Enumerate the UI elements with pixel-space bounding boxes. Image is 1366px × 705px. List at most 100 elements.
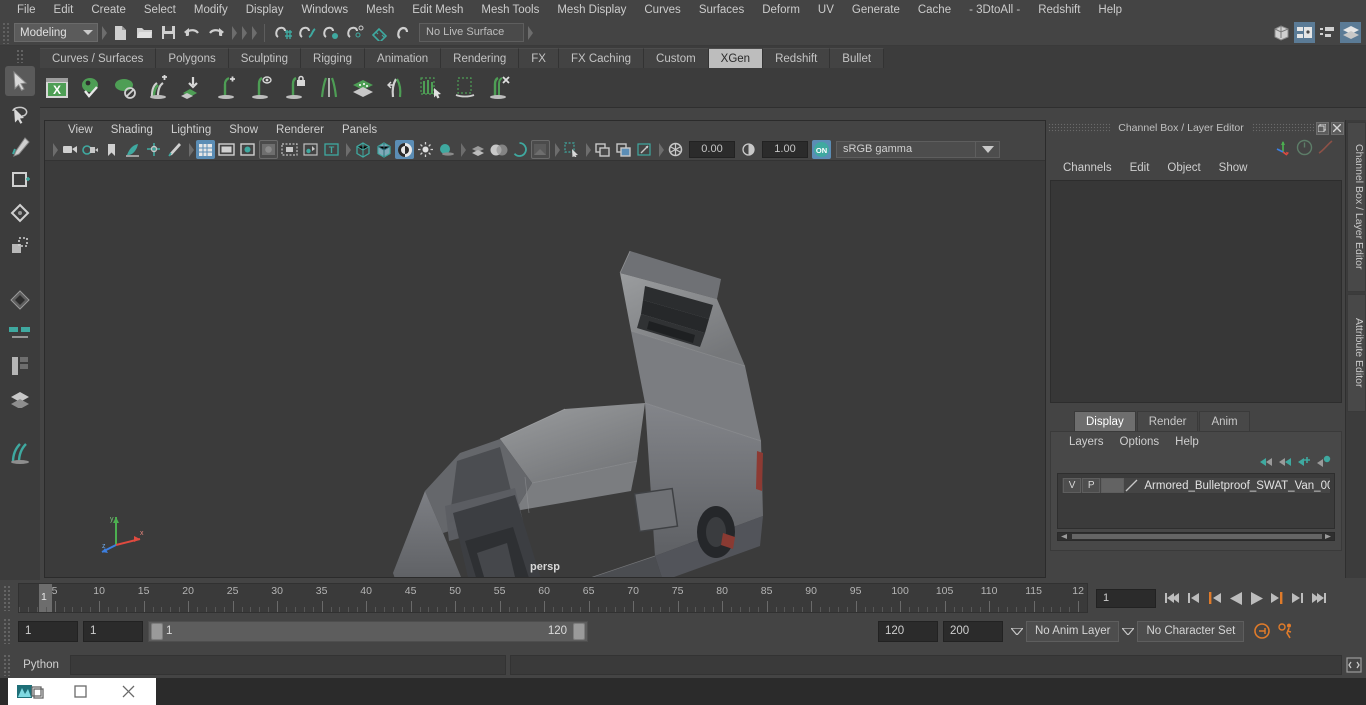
show-hide-attribute-editor-icon[interactable] [1294, 22, 1315, 43]
vtab-channel-box-layer-editor[interactable]: Channel Box / Layer Editor [1347, 122, 1366, 292]
exposure-field[interactable]: 0.00 [689, 141, 735, 158]
shelf-tab-redshift[interactable]: Redshift [763, 48, 830, 68]
select-camera-icon[interactable] [60, 140, 79, 159]
play-forwards-icon[interactable] [1248, 588, 1265, 608]
viewport-menu-view[interactable]: View [59, 124, 102, 136]
anim-layer-selector[interactable]: No Anim Layer [1026, 621, 1119, 642]
menu-uv[interactable]: UV [809, 0, 843, 20]
tool-box-grip[interactable] [16, 49, 25, 63]
make-live-icon[interactable] [392, 22, 414, 44]
range-slider[interactable]: 1 120 [148, 621, 588, 642]
outliner-tool[interactable] [5, 384, 35, 414]
layer-tab-display[interactable]: Display [1074, 411, 1136, 431]
color-management-toggle[interactable]: ON [812, 140, 831, 159]
undo-icon[interactable] [181, 22, 203, 44]
xray-active-components-icon[interactable] [614, 140, 633, 159]
open-scene-icon[interactable] [133, 22, 155, 44]
smooth-shade-all-icon[interactable] [374, 140, 393, 159]
snap-to-projected-center-icon[interactable] [344, 22, 366, 44]
paint-select-tool[interactable] [5, 132, 35, 162]
menu-curves[interactable]: Curves [635, 0, 689, 20]
animation-start-field[interactable]: 1 [18, 621, 78, 642]
shelf-tab-sculpting[interactable]: Sculpting [229, 48, 301, 68]
view-transform-icon[interactable] [635, 140, 654, 159]
vtab-attribute-editor[interactable]: Attribute Editor [1347, 294, 1366, 412]
layer-color-swatch[interactable] [1101, 478, 1124, 493]
character-set-selector[interactable]: No Character Set [1137, 621, 1244, 642]
menu-edit-mesh[interactable]: Edit Mesh [403, 0, 472, 20]
film-origin-icon[interactable] [280, 140, 299, 159]
xgen-preview-icon[interactable] [74, 71, 107, 105]
scroll-left-arrow[interactable] [1059, 534, 1069, 539]
layers-menu-layers[interactable]: Layers [1061, 436, 1112, 448]
image-plane-icon[interactable] [123, 140, 142, 159]
shadows-icon[interactable] [437, 140, 456, 159]
restore-window-icon[interactable] [1316, 122, 1329, 135]
lasso-select-tool[interactable] [5, 99, 35, 129]
menu-modify[interactable]: Modify [185, 0, 237, 20]
menu-mesh-tools[interactable]: Mesh Tools [472, 0, 548, 20]
new-layer-icon[interactable] [1297, 455, 1312, 468]
menu-cache[interactable]: Cache [909, 0, 960, 20]
xgen-disable-preview-icon[interactable] [108, 71, 141, 105]
xgen-guide-visibility-icon[interactable] [244, 71, 277, 105]
anim-layer-dropdown-arrow[interactable] [1008, 621, 1026, 642]
xgen-region-tool-icon[interactable] [448, 71, 481, 105]
channelbox-menu-edit[interactable]: Edit [1121, 162, 1159, 174]
status-line-grip[interactable] [2, 22, 11, 44]
grease-pencil-icon[interactable] [165, 140, 184, 159]
shelf-tab-polygons[interactable]: Polygons [156, 48, 228, 68]
scroll-thumb[interactable] [1072, 534, 1322, 539]
ambient-occlusion-icon[interactable] [468, 140, 487, 159]
speed-dial-icon[interactable] [1295, 138, 1314, 157]
manipulator-axis-icon[interactable] [1274, 138, 1293, 157]
xgen-render-patches-icon[interactable] [346, 71, 379, 105]
resolution-gate-icon[interactable] [238, 140, 257, 159]
maya-app-icon[interactable] [8, 678, 56, 705]
menu-3dtoall[interactable]: - 3DtoAll - [960, 0, 1029, 20]
move-layer-down-icon[interactable] [1278, 455, 1293, 468]
current-frame-field[interactable]: 1 [1096, 589, 1156, 608]
menu-mesh-display[interactable]: Mesh Display [548, 0, 635, 20]
shelf-tab-curves-surfaces[interactable]: Curves / Surfaces [40, 48, 156, 68]
shelf-tab-xgen[interactable]: XGen [709, 48, 763, 68]
layers-menu-options[interactable]: Options [1112, 436, 1168, 448]
animation-end-field[interactable]: 200 [943, 621, 1003, 642]
menu-deform[interactable]: Deform [753, 0, 809, 20]
panel-grip-right[interactable] [1252, 123, 1314, 133]
menu-surfaces[interactable]: Surfaces [690, 0, 753, 20]
menu-display[interactable]: Display [237, 0, 293, 20]
move-tool[interactable] [5, 165, 35, 195]
channelbox-menu-show[interactable]: Show [1210, 162, 1257, 174]
camera-attributes-icon[interactable] [81, 140, 100, 159]
isolate-select-icon[interactable] [531, 140, 550, 159]
command-language-label[interactable]: Python [12, 659, 70, 671]
layer-playback-toggle[interactable]: P [1082, 478, 1100, 493]
viewport-menu-shading[interactable]: Shading [102, 124, 162, 136]
bookmark-icon[interactable] [102, 140, 121, 159]
channelbox-menu-object[interactable]: Object [1158, 162, 1209, 174]
range-slider-right-handle[interactable] [573, 623, 585, 640]
scale-tool[interactable] [5, 231, 35, 261]
xgen-mirror-guides-icon[interactable] [380, 71, 413, 105]
xgen-lock-guides-icon[interactable] [278, 71, 311, 105]
shelf-tab-animation[interactable]: Animation [365, 48, 441, 68]
script-editor-icon[interactable] [1342, 654, 1366, 676]
color-management-field[interactable]: sRGB gamma [836, 141, 976, 158]
play-backwards-icon[interactable] [1227, 588, 1244, 608]
xgen-delete-guides-icon[interactable] [482, 71, 515, 105]
xgen-select-guides-icon[interactable] [414, 71, 447, 105]
go-to-end-icon[interactable] [1311, 588, 1328, 608]
menu-file[interactable]: File [8, 0, 45, 20]
time-slider-grip[interactable] [3, 585, 12, 611]
redo-icon[interactable] [205, 22, 227, 44]
shelf-tab-rigging[interactable]: Rigging [301, 48, 365, 68]
xgen-toolbox-icon[interactable] [5, 438, 35, 468]
command-line-grip[interactable] [3, 654, 12, 676]
viewport-menu-show[interactable]: Show [220, 124, 267, 136]
channel-box-list[interactable] [1050, 180, 1342, 403]
film-gate-icon[interactable] [217, 140, 236, 159]
shelf-tab-bullet[interactable]: Bullet [830, 48, 884, 68]
close-icon[interactable] [104, 678, 152, 705]
wireframe-icon[interactable] [353, 140, 372, 159]
